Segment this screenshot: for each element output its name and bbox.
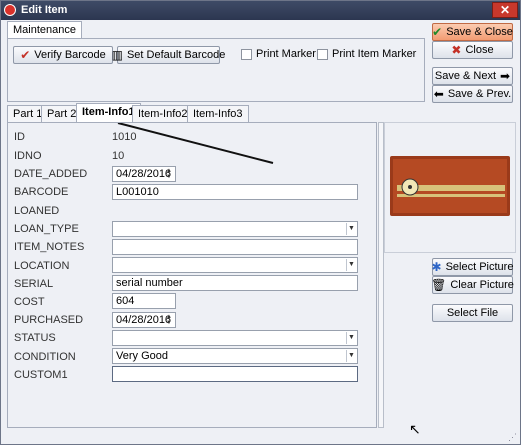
label-location: LOCATION bbox=[14, 260, 70, 272]
picture-icon: ✱ bbox=[431, 260, 442, 274]
checkmark-icon: ✔ bbox=[432, 25, 443, 39]
value-idno: 10 bbox=[112, 150, 125, 162]
record-icon bbox=[4, 4, 16, 16]
label-custom1: CUSTOM1 bbox=[14, 369, 68, 381]
item-picture bbox=[390, 156, 510, 216]
verify-barcode-button[interactable]: ✔ Verify Barcode bbox=[13, 46, 113, 64]
chevron-down-icon[interactable]: ▼ bbox=[346, 223, 356, 235]
label-serial: SERIAL bbox=[14, 278, 54, 290]
tab-item-info1[interactable]: Item-Info1 bbox=[76, 103, 141, 123]
save-next-button[interactable]: Save & Next ➡ bbox=[432, 67, 513, 85]
custom1-field[interactable] bbox=[112, 366, 358, 382]
x-icon: ✖ bbox=[451, 43, 462, 57]
chevron-down-icon[interactable]: ▼ bbox=[346, 350, 356, 362]
chevron-down-icon[interactable]: ▼ bbox=[346, 332, 356, 344]
arrow-left-icon: ⬅ bbox=[433, 87, 444, 101]
resize-grip-icon[interactable]: ⋰ bbox=[508, 432, 518, 442]
purchased-field[interactable]: 04/28/2016 ▲ ▼ bbox=[112, 312, 176, 328]
select-picture-button[interactable]: ✱ Select Picture bbox=[432, 258, 513, 276]
loan-type-select[interactable]: ▼ bbox=[112, 221, 358, 237]
maintenance-panel: ✔ Verify Barcode ▥ Set Default Barcode P… bbox=[7, 38, 425, 102]
barcode-field[interactable]: L001010 bbox=[112, 184, 358, 200]
chevron-down-icon[interactable]: ▼ bbox=[346, 259, 356, 271]
label-loaned: LOANED bbox=[14, 205, 60, 217]
location-select[interactable]: ▼ bbox=[112, 257, 358, 273]
save-close-button[interactable]: ✔ Save & Close bbox=[432, 23, 513, 41]
close-button[interactable]: ✖ Close bbox=[432, 41, 513, 59]
mouse-cursor-icon: ↖ bbox=[409, 421, 421, 437]
tab-item-info2[interactable]: Item-Info2 bbox=[132, 105, 194, 123]
label-barcode: BARCODE bbox=[14, 186, 69, 198]
window-title: Edit Item bbox=[21, 4, 68, 16]
serial-field[interactable]: serial number bbox=[112, 275, 358, 291]
tab-maintenance[interactable]: Maintenance bbox=[7, 21, 82, 39]
print-item-marker-checkbox[interactable]: Print Item Marker bbox=[317, 48, 416, 60]
label-item-notes: ITEM_NOTES bbox=[14, 241, 85, 253]
save-prev-button[interactable]: ⬅ Save & Prev. bbox=[432, 85, 513, 103]
checkmark-icon: ✔ bbox=[20, 48, 31, 62]
clear-picture-button[interactable]: 🗑 Clear Picture bbox=[431, 276, 514, 294]
label-loan-type: LOAN_TYPE bbox=[14, 223, 79, 235]
date-added-field[interactable]: 04/28/2016 ▲ ▼ bbox=[112, 166, 176, 182]
title-bar: Edit Item ✕ bbox=[1, 1, 520, 20]
barcode-icon: ▥ bbox=[111, 48, 123, 62]
label-cost: COST bbox=[14, 296, 45, 308]
select-file-button[interactable]: Select File bbox=[432, 304, 513, 322]
label-purchased: PURCHASED bbox=[14, 314, 84, 326]
label-date-added: DATE_ADDED bbox=[14, 168, 88, 180]
trash-icon: 🗑 bbox=[431, 278, 447, 292]
arrow-right-icon: ➡ bbox=[500, 69, 511, 83]
label-idno: IDNO bbox=[14, 150, 42, 162]
label-condition: CONDITION bbox=[14, 351, 76, 363]
status-select[interactable]: ▼ bbox=[112, 330, 358, 346]
window-close-button[interactable]: ✕ bbox=[492, 2, 518, 18]
edit-item-window: Edit Item ✕ Maintenance ✔ Verify Barcode… bbox=[0, 0, 521, 445]
value-id: 1010 bbox=[112, 131, 137, 143]
condition-select[interactable]: Very Good ▼ bbox=[112, 348, 358, 364]
item-picture-frame bbox=[384, 122, 516, 253]
spin-icon[interactable]: ▲ ▼ bbox=[164, 314, 174, 326]
spin-icon[interactable]: ▲ ▼ bbox=[164, 168, 174, 180]
print-marker-checkbox[interactable]: Print Marker bbox=[241, 48, 316, 60]
tab-item-info3[interactable]: Item-Info3 bbox=[187, 105, 249, 123]
cost-field[interactable]: 604 bbox=[112, 293, 176, 309]
label-status: STATUS bbox=[14, 332, 56, 344]
label-id: ID bbox=[14, 131, 25, 143]
item-notes-field[interactable] bbox=[112, 239, 358, 255]
set-default-barcode-button[interactable]: ▥ Set Default Barcode bbox=[112, 46, 225, 64]
